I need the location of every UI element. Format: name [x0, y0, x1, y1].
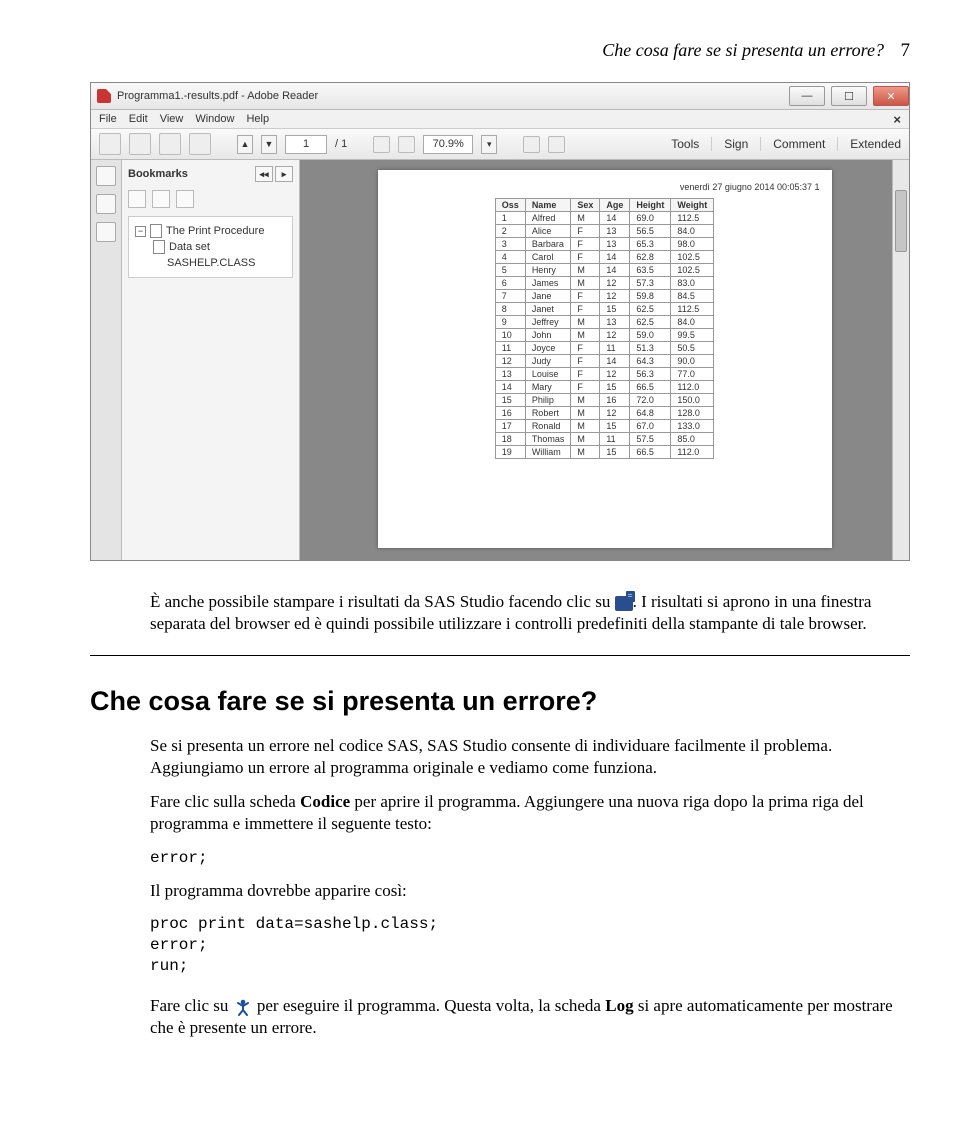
table-row: 4CarolF1462.8102.5 — [495, 251, 713, 264]
table-row: 9JeffreyM1362.584.0 — [495, 316, 713, 329]
zoom-out-icon[interactable] — [373, 136, 390, 153]
tree-collapse-icon[interactable]: − — [135, 226, 146, 237]
bookmarks-tree: − The Print Procedure Data set SASHELP.C… — [128, 216, 293, 278]
menu-help[interactable]: Help — [246, 113, 269, 125]
zoom-dropdown[interactable]: ▾ — [481, 135, 497, 154]
table-row: 8JanetF1562.5112.5 — [495, 303, 713, 316]
thumbnails-icon[interactable] — [96, 166, 116, 186]
window-title: Programma1.-results.pdf - Adobe Reader — [117, 90, 318, 102]
tools-tab[interactable]: Tools — [659, 137, 699, 151]
col-header: Sex — [571, 199, 600, 212]
page-up-button[interactable]: ▲ — [237, 135, 253, 154]
sign-tab[interactable]: Sign — [711, 137, 748, 151]
bm-prev-button[interactable]: ◂◂ — [255, 166, 273, 182]
save-icon[interactable] — [129, 133, 151, 155]
code-block: proc print data=sashelp.class; error; ru… — [150, 914, 910, 976]
table-row: 6JamesM1257.383.0 — [495, 277, 713, 290]
mail-icon[interactable] — [189, 133, 211, 155]
left-rail — [91, 160, 122, 560]
fit-icon[interactable] — [523, 136, 540, 153]
extended-tab[interactable]: Extended — [837, 137, 901, 151]
table-row: 13LouiseF1256.377.0 — [495, 368, 713, 381]
attachments-icon[interactable] — [96, 222, 116, 242]
bm-opts-icon[interactable] — [152, 190, 170, 208]
page-number: 7 — [901, 40, 911, 61]
menu-window[interactable]: Window — [195, 113, 234, 125]
open-icon[interactable] — [99, 133, 121, 155]
table-row: 19WilliamM1566.5112.0 — [495, 446, 713, 459]
table-row: 12JudyF1464.390.0 — [495, 355, 713, 368]
bm-new-icon[interactable] — [128, 190, 146, 208]
tree-item-dataset[interactable]: Data set — [169, 239, 210, 255]
code-error: error; — [150, 848, 910, 869]
pdf-icon — [97, 89, 111, 103]
document-area: venerdì 27 giugno 2014 00:05:37 1 OssNam… — [300, 160, 909, 560]
adobe-reader-window: Programma1.-results.pdf - Adobe Reader —… — [90, 82, 910, 561]
toolbar: ▲ ▼ 1 / 1 70.9% ▾ Tools Sign Comment Ext… — [91, 129, 909, 160]
run-icon — [233, 997, 253, 1017]
col-header: Oss — [495, 199, 525, 212]
col-header: Age — [600, 199, 630, 212]
table-row: 16RobertM1264.8128.0 — [495, 407, 713, 420]
scroll-icon[interactable] — [548, 136, 565, 153]
menu-edit[interactable]: Edit — [129, 113, 148, 125]
section-heading: Che cosa fare se si presenta un errore? — [90, 686, 910, 717]
data-table: OssNameSexAgeHeightWeight1AlfredM1469.01… — [495, 198, 714, 459]
paragraph-appear: Il programma dovrebbe apparire così: — [150, 880, 910, 902]
minimize-button[interactable]: — — [789, 86, 825, 106]
table-row: 14MaryF1566.5112.0 — [495, 381, 713, 394]
page-field[interactable]: 1 — [285, 135, 327, 154]
close-button[interactable]: ✕ — [873, 86, 909, 106]
paragraph-run: Fare clic su per eseguire il programma. … — [150, 995, 910, 1039]
zoom-in-icon[interactable] — [398, 136, 415, 153]
document-page: venerdì 27 giugno 2014 00:05:37 1 OssNam… — [378, 170, 832, 548]
table-row: 1AlfredM1469.0112.5 — [495, 212, 713, 225]
page-down-button[interactable]: ▼ — [261, 135, 277, 154]
running-header: Che cosa fare se si presenta un errore? … — [90, 40, 910, 62]
page-total: / 1 — [335, 138, 347, 150]
bookmarks-icon[interactable] — [96, 194, 116, 214]
menu-view[interactable]: View — [160, 113, 184, 125]
paragraph-instruction: Fare clic sulla scheda Codice per aprire… — [150, 791, 910, 835]
bold-codice: Codice — [300, 792, 350, 811]
col-header: Weight — [671, 199, 714, 212]
print-results-icon — [615, 596, 633, 611]
col-header: Name — [525, 199, 571, 212]
table-row: 3BarbaraF1365.398.0 — [495, 238, 713, 251]
zoom-field[interactable]: 70.9% — [423, 135, 473, 154]
table-row: 7JaneF1259.884.5 — [495, 290, 713, 303]
titlebar: Programma1.-results.pdf - Adobe Reader —… — [91, 83, 909, 110]
table-row: 11JoyceF1151.350.5 — [495, 342, 713, 355]
table-row: 10JohnM1259.099.5 — [495, 329, 713, 342]
vertical-scrollbar[interactable] — [892, 160, 909, 560]
page-icon — [153, 240, 165, 254]
tree-item-sashelp[interactable]: SASHELP.CLASS — [167, 255, 255, 271]
tree-item-print-procedure[interactable]: The Print Procedure — [166, 223, 264, 239]
print-icon[interactable] — [159, 133, 181, 155]
paragraph-intro: Se si presenta un errore nel codice SAS,… — [150, 735, 910, 779]
bookmarks-label: Bookmarks — [128, 168, 188, 180]
table-row: 2AliceF1356.584.0 — [495, 225, 713, 238]
document-page-header: venerdì 27 giugno 2014 00:05:37 1 — [390, 182, 820, 192]
section-rule — [90, 655, 910, 656]
bookmarks-pane: Bookmarks ◂◂ ▸ − — [122, 160, 300, 560]
bm-find-icon[interactable] — [176, 190, 194, 208]
table-row: 18ThomasM1157.585.0 — [495, 433, 713, 446]
page-icon — [150, 224, 162, 238]
header-title: Che cosa fare se si presenta un errore? — [602, 40, 884, 60]
table-row: 5HenryM1463.5102.5 — [495, 264, 713, 277]
table-row: 17RonaldM1567.0133.0 — [495, 420, 713, 433]
comment-tab[interactable]: Comment — [760, 137, 825, 151]
maximize-button[interactable]: ☐ — [831, 86, 867, 106]
bm-next-button[interactable]: ▸ — [275, 166, 293, 182]
col-header: Height — [630, 199, 671, 212]
menu-file[interactable]: File — [99, 113, 117, 125]
doc-close-button[interactable]: × — [893, 112, 901, 127]
table-row: 15PhilipM1672.0150.0 — [495, 394, 713, 407]
paragraph-print: È anche possibile stampare i risultati d… — [150, 591, 910, 635]
bold-log: Log — [605, 996, 633, 1015]
menubar: File Edit View Window Help × — [91, 110, 909, 129]
